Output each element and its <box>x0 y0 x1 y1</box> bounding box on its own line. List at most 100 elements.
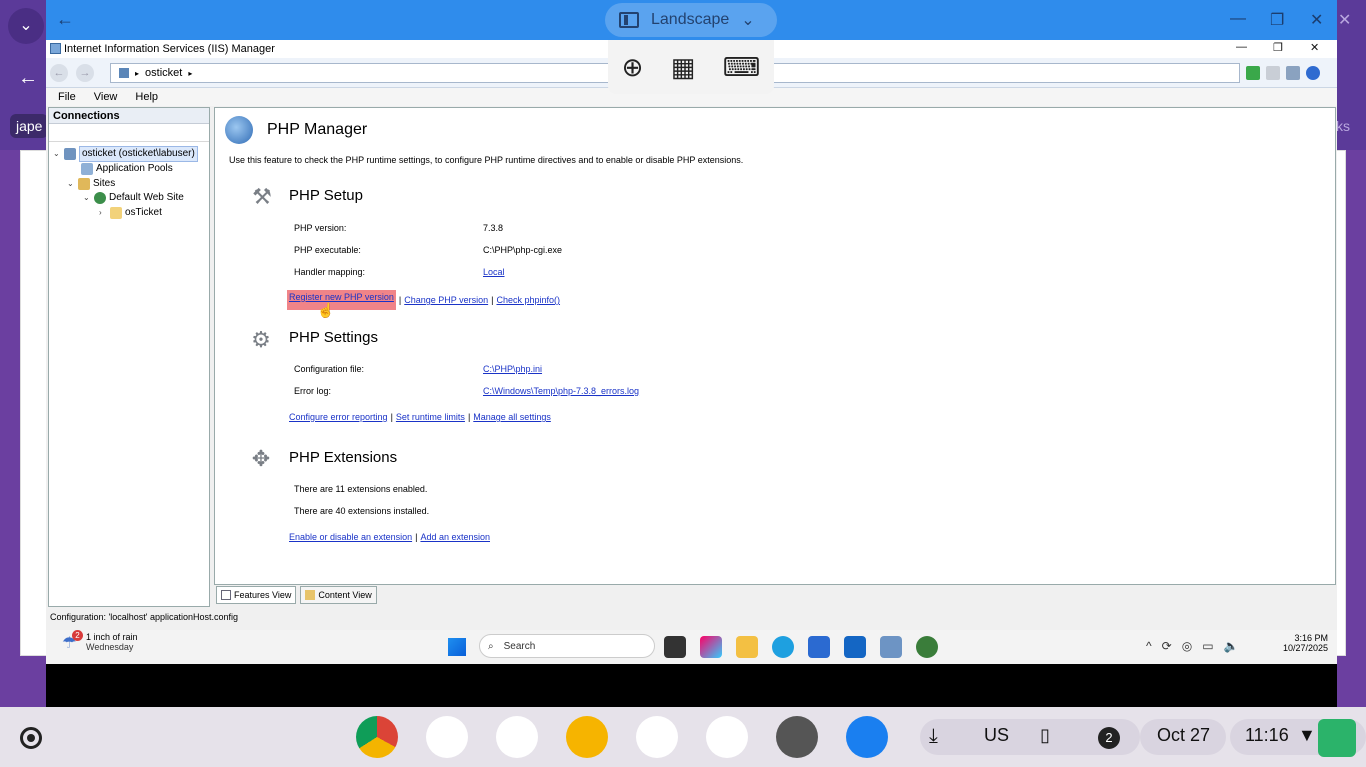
iis-close-icon[interactable]: ✕ <box>1310 41 1319 54</box>
windows-key-icon[interactable]: ▦ <box>671 52 696 83</box>
puzzle-icon: ✥ <box>251 446 271 471</box>
menu-help[interactable]: Help <box>135 91 158 103</box>
collapse-icon[interactable]: ⌄ <box>67 177 75 191</box>
rdp-restore-icon[interactable]: ❐ <box>1270 10 1284 30</box>
settings-links: Configure error reporting | Set runtime … <box>289 412 551 422</box>
expand-chevron-icon[interactable]: ⌄ <box>8 8 44 44</box>
tab-features-view[interactable]: Features View <box>216 586 297 604</box>
collapse-icon[interactable]: ⌄ <box>53 147 61 161</box>
manage-all-settings-link[interactable]: Manage all settings <box>473 412 551 422</box>
orientation-dropdown[interactable]: Landscape ⌄ <box>605 3 777 37</box>
chromeos-shelf: ⤓ US ▯ 2 Oct 27 11:16 ▼ <box>0 707 1366 767</box>
hs-app-icon[interactable] <box>916 636 938 658</box>
iis-taskbar-icon[interactable] <box>880 636 902 658</box>
weather-line2: Wednesday <box>86 642 134 652</box>
address-tools <box>1246 66 1320 80</box>
weather-badge: 2 <box>72 630 83 641</box>
display-icon[interactable]: ▭ <box>1202 639 1213 653</box>
notification-count[interactable]: 2 <box>1098 727 1120 749</box>
link-separator: | <box>398 295 402 305</box>
tab-content-view[interactable]: Content View <box>300 586 377 604</box>
iis-restore-icon[interactable]: ❐ <box>1273 41 1283 54</box>
phone-hub-icon[interactable]: ▯ <box>1040 725 1050 746</box>
tree-item-app-pools[interactable]: Application Pools <box>81 162 173 176</box>
tree-item-label: Sites <box>93 178 116 189</box>
task-view-icon[interactable] <box>664 636 686 658</box>
file-explorer-icon[interactable] <box>736 636 758 658</box>
gear-icon: ⚙ <box>251 327 271 352</box>
handler-mapping-link[interactable]: Local <box>483 267 505 277</box>
zoom-in-icon[interactable]: ⊕ <box>622 52 644 83</box>
add-extension-link[interactable]: Add an extension <box>420 532 490 542</box>
files-icon[interactable] <box>846 716 888 758</box>
store-icon[interactable] <box>808 636 830 658</box>
shelf-time: 11:16 <box>1245 725 1289 745</box>
background-close-icon[interactable]: ✕ <box>1338 10 1351 30</box>
rdp-close-icon[interactable]: ✕ <box>1310 10 1323 30</box>
weather-widget[interactable]: ☂ 2 1 inch of rain Wednesday <box>62 630 138 652</box>
collapse-icon[interactable]: ⌄ <box>83 191 91 205</box>
tote-icon[interactable]: ⤓ <box>929 725 938 748</box>
network-icon[interactable]: ◎ <box>1182 639 1192 653</box>
chrome-icon[interactable] <box>356 716 398 758</box>
enable-disable-extension-link[interactable]: Enable or disable an extension <box>289 532 412 542</box>
tree-item-osticket[interactable]: › osTicket <box>99 206 162 220</box>
register-php-version-link[interactable]: Register new PHP version <box>289 292 394 302</box>
iis-window-title: Internet Information Services (IIS) Mana… <box>64 43 275 55</box>
config-file-link[interactable]: C:\PHP\php.ini <box>483 364 542 374</box>
gmail-icon[interactable] <box>706 716 748 758</box>
error-log-label: Error log: <box>294 386 332 396</box>
change-php-version-link[interactable]: Change PHP version <box>404 295 488 305</box>
rdp-minimize-icon[interactable]: — <box>1230 10 1246 28</box>
home-icon[interactable] <box>1286 66 1300 80</box>
help-icon[interactable] <box>1306 66 1320 80</box>
search-placeholder: Search <box>503 640 536 652</box>
expand-icon[interactable]: › <box>99 206 107 220</box>
ime-indicator[interactable]: US <box>984 725 1009 746</box>
tree-item-sites[interactable]: ⌄ Sites <box>67 177 115 191</box>
windows-app-icon[interactable] <box>426 716 468 758</box>
tasks-app-icon[interactable] <box>776 716 818 758</box>
sync-icon[interactable]: ⟳ <box>1162 639 1172 653</box>
tools-icon: ⚒ <box>252 184 272 209</box>
tree-item-default-web-site[interactable]: ⌄ Default Web Site <box>83 191 184 205</box>
app-corner-icon[interactable] <box>1318 719 1356 757</box>
extensions-installed-text: There are 40 extensions installed. <box>294 506 430 516</box>
configure-error-reporting-link[interactable]: Configure error reporting <box>289 412 388 422</box>
outlook-icon[interactable] <box>844 636 866 658</box>
check-phpinfo-link[interactable]: Check phpinfo() <box>496 295 560 305</box>
disconnect-icon[interactable] <box>1266 66 1280 80</box>
taskbar-search[interactable]: ⌕ Search <box>479 634 655 658</box>
connect-icon[interactable] <box>1246 66 1260 80</box>
keep-icon[interactable] <box>566 716 608 758</box>
rdp-back-arrow-icon[interactable]: ← <box>56 8 78 30</box>
set-runtime-limits-link[interactable]: Set runtime limits <box>396 412 465 422</box>
shelf-date: Oct 27 <box>1157 725 1211 745</box>
features-view-icon <box>221 590 231 600</box>
remote-app-icon[interactable] <box>496 716 538 758</box>
link-separator: | <box>491 295 494 305</box>
background-back-arrow-icon[interactable]: ← <box>12 62 44 94</box>
keyboard-icon[interactable]: ⌨ <box>723 52 761 83</box>
launcher-icon[interactable] <box>20 727 42 749</box>
tray-expand-icon[interactable]: ^ <box>1146 639 1152 653</box>
menu-file[interactable]: File <box>58 91 76 103</box>
background-app-label: jape <box>10 114 49 138</box>
volume-icon[interactable]: 🔈 <box>1224 639 1239 653</box>
iis-minimize-icon[interactable]: — <box>1236 41 1247 53</box>
windows-start-icon[interactable] <box>448 638 466 656</box>
taskbar-clock[interactable]: 3:16 PM 10/27/2025 <box>1268 633 1328 653</box>
link-separator: | <box>415 532 418 542</box>
background-right-text: ks <box>1336 118 1350 134</box>
copilot-icon[interactable] <box>700 636 722 658</box>
app-pools-icon <box>81 163 93 175</box>
search-icon: ⌕ <box>488 640 494 652</box>
back-icon[interactable]: ← <box>50 64 68 82</box>
error-log-link[interactable]: C:\Windows\Temp\php-7.3.8_errors.log <box>483 386 639 396</box>
calendar-icon[interactable] <box>636 716 678 758</box>
breadcrumb-item[interactable]: osticket <box>145 67 182 79</box>
menu-view[interactable]: View <box>94 91 118 103</box>
edge-icon[interactable] <box>772 636 794 658</box>
forward-icon[interactable]: → <box>76 64 94 82</box>
tree-item-server[interactable]: ⌄ osticket (osticket\labuser) <box>53 146 198 162</box>
